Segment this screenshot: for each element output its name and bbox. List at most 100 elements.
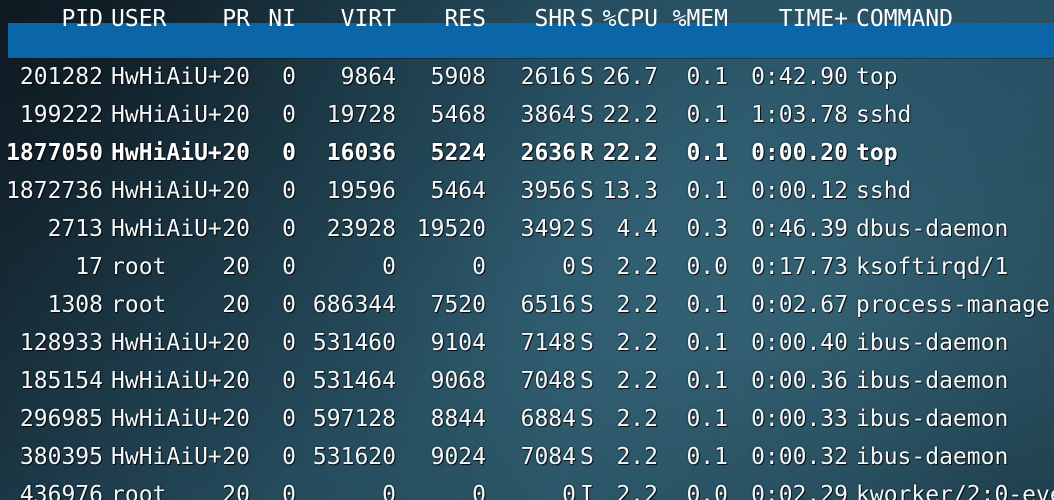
cell-ni: 0 (282, 140, 296, 166)
cell-time: 1:03.78 (751, 102, 848, 128)
table-row[interactable]: 128933 HwHiAiU+ 20 0 531460 9104 7148 S 2.2 0.1 0:… (0, 324, 1054, 362)
cell-s: S (580, 178, 594, 204)
cell-virt: 531460 (312, 330, 396, 356)
cell-user: HwHiAiU+ (111, 64, 222, 90)
cell-ni: 0 (282, 406, 296, 432)
cell-time: 0:42.90 (751, 64, 848, 90)
cell-time: 0:02.67 (751, 292, 848, 318)
table-row[interactable]: 2713 HwHiAiU+ 20 0 23928 19520 3492 S 4.4 0.3 0:46… (0, 210, 1054, 248)
cell-shr: 2636 (520, 140, 576, 166)
cell-command: sshd (856, 178, 912, 204)
cell-command: ibus-daemon (856, 406, 1009, 432)
cell-shr: 6516 (520, 292, 576, 318)
cell-cpu: 2.2 (616, 482, 658, 500)
column-header-mem: %MEM (672, 6, 728, 32)
cell-virt: 0 (382, 254, 396, 280)
cell-command: dbus-daemon (856, 216, 1009, 242)
cell-ni: 0 (282, 330, 296, 356)
cell-command: sshd (856, 102, 912, 128)
cell-pid: 380395 (19, 444, 103, 470)
table-row[interactable]: 1872736 HwHiAiU+ 20 0 19596 5464 3956 S 13.3 0.1 0… (0, 172, 1054, 210)
cell-mem: 0.1 (686, 406, 728, 432)
cell-time: 0:00.12 (751, 178, 848, 204)
column-header-ni: NI (268, 6, 296, 32)
cell-command: process-manager (856, 292, 1054, 318)
cell-res: 5468 (430, 102, 486, 128)
column-header-s: S (580, 6, 594, 32)
cell-pid: 1308 (47, 292, 103, 318)
cell-shr: 7084 (520, 444, 576, 470)
cell-time: 0:46.39 (751, 216, 848, 242)
column-header-cpu: %CPU (602, 6, 658, 32)
cell-virt: 9864 (340, 64, 396, 90)
table-row[interactable]: 436976 root 20 0 0 0 0 I 2.2 0.0 0:02.29 kworker/2:… (0, 476, 1054, 500)
cell-virt: 597128 (312, 406, 396, 432)
cell-time: 0:17.73 (751, 254, 848, 280)
cell-virt: 0 (382, 482, 396, 500)
cell-mem: 0.1 (686, 64, 728, 90)
table-row[interactable]: 185154 HwHiAiU+ 20 0 531464 9068 7048 S 2.2 0.1 0:… (0, 362, 1054, 400)
cell-pid: 436976 (19, 482, 103, 500)
cell-s: S (580, 406, 594, 432)
column-header-pid: PID (61, 6, 103, 32)
cell-pr: 20 (222, 178, 250, 204)
table-row[interactable]: 1877050 HwHiAiU+ 20 0 16036 5224 2636 R 22.2 0.1 0… (0, 134, 1054, 172)
table-row[interactable]: 17 root 20 0 0 0 0 S 2.2 0.0 0:17.73 ksoftirqd/1 (0, 248, 1054, 286)
cell-res: 5908 (430, 64, 486, 90)
cell-s: S (580, 330, 594, 356)
cell-mem: 0.1 (686, 178, 728, 204)
cell-pr: 20 (222, 406, 250, 432)
cell-pid: 199222 (19, 102, 103, 128)
cell-virt: 686344 (312, 292, 396, 318)
cell-pr: 20 (222, 140, 250, 166)
cell-s: S (580, 102, 594, 128)
cell-user: root (111, 292, 167, 318)
table-header-row: PID USER PR NI VIRT RES SHR S %CPU %MEM TIME+ COMMA… (0, 0, 1054, 38)
cell-shr: 0 (562, 254, 576, 280)
table-row[interactable]: 201282 HwHiAiU+ 20 0 9864 5908 2616 S 26.7 0.1 0:4… (0, 58, 1054, 96)
process-rows-viewport[interactable]: 201282 HwHiAiU+ 20 0 9864 5908 2616 S 26.7 0.1 0:4… (0, 58, 1054, 500)
cell-time: 0:00.32 (751, 444, 848, 470)
cell-mem: 0.1 (686, 330, 728, 356)
cell-user: HwHiAiU+ (111, 216, 222, 242)
table-row[interactable]: 1308 root 20 0 686344 7520 6516 S 2.2 0.1 0:02.67 p… (0, 286, 1054, 324)
cell-cpu: 2.2 (616, 330, 658, 356)
cell-ni: 0 (282, 216, 296, 242)
cell-user: HwHiAiU+ (111, 444, 222, 470)
cell-time: 0:02.29 (751, 482, 848, 500)
cell-virt: 16036 (326, 140, 396, 166)
cell-res: 5464 (430, 178, 486, 204)
terminal-screen[interactable]: PID USER PR NI VIRT RES SHR S %CPU %MEM TIME+ COMMA… (0, 0, 1054, 500)
cell-pr: 20 (222, 330, 250, 356)
column-header-user: USER (111, 6, 167, 32)
cell-pr: 20 (222, 216, 250, 242)
cell-pr: 20 (222, 102, 250, 128)
cell-ni: 0 (282, 254, 296, 280)
cell-s: S (580, 254, 594, 280)
cell-pr: 20 (222, 444, 250, 470)
cell-time: 0:00.20 (751, 140, 848, 166)
cell-command: top (856, 140, 898, 166)
cell-res: 9068 (430, 368, 486, 394)
cell-cpu: 4.4 (616, 216, 658, 242)
cell-cpu: 2.2 (616, 254, 658, 280)
cell-user: HwHiAiU+ (111, 368, 222, 394)
table-row[interactable]: 380395 HwHiAiU+ 20 0 531620 9024 7084 S 2.2 0.1 0:… (0, 438, 1054, 476)
cell-user: HwHiAiU+ (111, 140, 222, 166)
cell-s: S (580, 216, 594, 242)
cell-user: HwHiAiU+ (111, 406, 222, 432)
table-row[interactable]: 199222 HwHiAiU+ 20 0 19728 5468 3864 S 22.2 0.1 1:… (0, 96, 1054, 134)
cell-user: root (111, 482, 167, 500)
cell-pid: 1877050 (6, 140, 103, 166)
cell-ni: 0 (282, 482, 296, 500)
cell-res: 0 (472, 482, 486, 500)
cell-cpu: 22.2 (602, 102, 658, 128)
cell-command: kworker/2:0-even (856, 482, 1054, 500)
table-row[interactable]: 296985 HwHiAiU+ 20 0 597128 8844 6884 S 2.2 0.1 0:… (0, 400, 1054, 438)
cell-pid: 2713 (47, 216, 103, 242)
cell-mem: 0.3 (686, 216, 728, 242)
column-header-virt: VIRT (340, 6, 396, 32)
cell-res: 8844 (430, 406, 486, 432)
cell-pr: 20 (222, 64, 250, 90)
cell-virt: 531620 (312, 444, 396, 470)
